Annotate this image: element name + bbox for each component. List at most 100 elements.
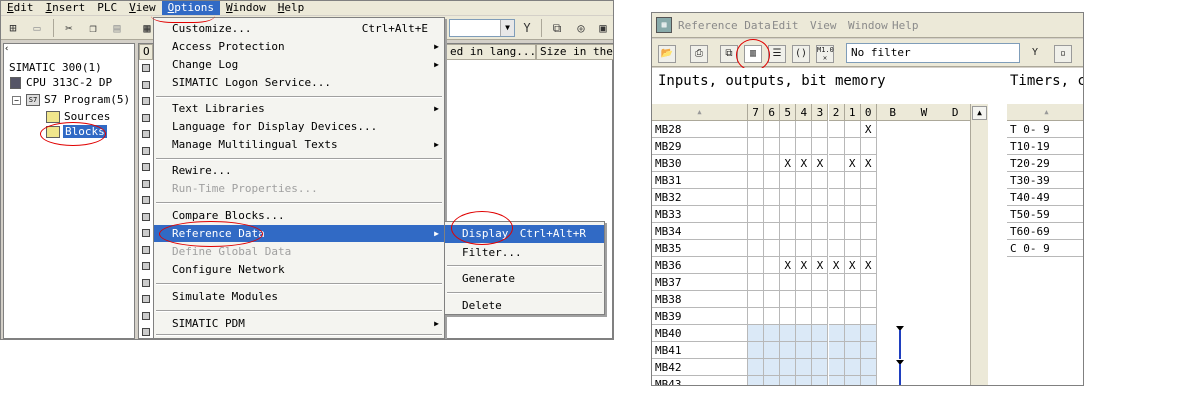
bwd-cell[interactable]: [877, 121, 909, 138]
bit-cell[interactable]: [796, 206, 813, 223]
bit-cell[interactable]: [780, 206, 797, 223]
bit-cell[interactable]: [844, 291, 861, 308]
bwd-cell[interactable]: [908, 325, 940, 342]
bit-cell[interactable]: [796, 223, 813, 240]
online-icon[interactable]: ▭: [29, 20, 45, 36]
bwd-cell[interactable]: [939, 121, 971, 138]
reference-data-app-icon[interactable]: ▦: [656, 17, 672, 33]
row-address-mb37[interactable]: MB37: [652, 274, 748, 291]
bit-cell[interactable]: [780, 223, 797, 240]
network-view-icon[interactable]: ⧉: [549, 20, 565, 36]
bit-cell[interactable]: [812, 172, 829, 189]
bit-cell[interactable]: [828, 359, 845, 376]
bit-cell[interactable]: [764, 342, 781, 359]
menu-item-rewire[interactable]: Rewire...: [154, 162, 444, 179]
bit-cell[interactable]: [780, 189, 797, 206]
bit-cell[interactable]: [860, 172, 877, 189]
bit-cell[interactable]: [748, 189, 765, 206]
bit-cell[interactable]: X: [812, 257, 829, 274]
bit-cell[interactable]: X: [860, 257, 877, 274]
menu-item-language-for-display-devices[interactable]: Language for Display Devices...: [154, 118, 444, 135]
bit-cell[interactable]: [764, 376, 781, 385]
bit-cell[interactable]: [812, 308, 829, 325]
menu-help[interactable]: Help: [272, 1, 311, 15]
bit-cell[interactable]: [796, 172, 813, 189]
bit-cell[interactable]: [796, 325, 813, 342]
bit-cell[interactable]: [812, 121, 829, 138]
accessible-nodes-icon[interactable]: ◎: [573, 20, 589, 36]
bit-cell[interactable]: [844, 342, 861, 359]
bit-cell[interactable]: [748, 121, 765, 138]
row-address-mb43[interactable]: MB43: [652, 376, 748, 385]
bit-cell[interactable]: [844, 325, 861, 342]
chevron-down-icon[interactable]: ▼: [500, 20, 514, 36]
bwd-cell[interactable]: [939, 308, 971, 325]
bwd-cell[interactable]: [908, 189, 940, 206]
bit-cell[interactable]: [860, 138, 877, 155]
filter-icon[interactable]: Y: [519, 20, 535, 36]
scroll-up-icon[interactable]: ▲: [972, 106, 987, 120]
menu-plc[interactable]: PLC: [91, 1, 123, 15]
row-address-mb31[interactable]: MB31: [652, 172, 748, 189]
bit-cell[interactable]: X: [828, 257, 845, 274]
bwd-cell[interactable]: [908, 172, 940, 189]
bwd-cell[interactable]: [877, 155, 909, 172]
row-address-mb30[interactable]: MB30: [652, 155, 748, 172]
submenu-item-generate[interactable]: Generate: [445, 270, 604, 288]
bit-cell[interactable]: [780, 240, 797, 257]
menu-item-simatic-logon-service[interactable]: SIMATIC Logon Service...: [154, 74, 444, 91]
bit-cell[interactable]: [780, 342, 797, 359]
bit-cell[interactable]: [844, 274, 861, 291]
bit-cell[interactable]: X: [796, 257, 813, 274]
bwd-cell[interactable]: [877, 308, 909, 325]
bwd-cell[interactable]: [877, 206, 909, 223]
ibm-scrollbar[interactable]: ▲: [970, 104, 988, 385]
bwd-cell[interactable]: [939, 291, 971, 308]
tree-item-cpu[interactable]: CPU 313C-2 DP: [26, 76, 112, 90]
bit-cell[interactable]: [748, 172, 765, 189]
bit-cell[interactable]: [860, 376, 877, 385]
filter-input[interactable]: No filter: [846, 43, 1020, 63]
bwd-cell[interactable]: [939, 189, 971, 206]
bit-cell[interactable]: [748, 138, 765, 155]
bit-cell[interactable]: [764, 189, 781, 206]
bit-cell[interactable]: [828, 376, 845, 385]
bwd-cell[interactable]: [908, 155, 940, 172]
bwd-cell[interactable]: [908, 359, 940, 376]
bit-cell[interactable]: [828, 189, 845, 206]
bit-cell[interactable]: X: [844, 257, 861, 274]
bwd-cell[interactable]: [939, 138, 971, 155]
addresses-without-symbols-icon[interactable]: M1.0 ✕: [816, 45, 834, 63]
bit-cell[interactable]: [828, 138, 845, 155]
bit-cell[interactable]: [828, 206, 845, 223]
bit-cell[interactable]: [796, 138, 813, 155]
bit-cell[interactable]: [828, 291, 845, 308]
bwd-cell[interactable]: [939, 342, 971, 359]
column-header-name[interactable]: O: [139, 44, 153, 60]
hardware-icon[interactable]: ▣: [595, 20, 611, 36]
menu-view[interactable]: View: [810, 19, 837, 32]
bit-cell[interactable]: [780, 172, 797, 189]
bwd-cell[interactable]: [939, 240, 971, 257]
bwd-cell[interactable]: [908, 308, 940, 325]
bwd-cell[interactable]: [939, 257, 971, 274]
bwd-cell[interactable]: [908, 274, 940, 291]
bit-cell[interactable]: [780, 376, 797, 385]
bit-cell[interactable]: [828, 342, 845, 359]
bit-cell[interactable]: [764, 223, 781, 240]
bit-cell[interactable]: [764, 359, 781, 376]
timer-row-t30-39[interactable]: T30-39: [1007, 172, 1083, 189]
bit-cell[interactable]: [748, 325, 765, 342]
bit-cell[interactable]: [764, 155, 781, 172]
menu-insert[interactable]: Insert: [40, 1, 92, 15]
bit-cell[interactable]: [860, 189, 877, 206]
tree-item-s7-program[interactable]: S7 Program(5): [44, 93, 130, 107]
bwd-cell[interactable]: [908, 376, 940, 385]
menu-edit[interactable]: Edit: [1, 1, 40, 15]
open-icon[interactable]: 📂: [658, 45, 676, 63]
bit-cell[interactable]: [844, 359, 861, 376]
bit-cell[interactable]: [860, 308, 877, 325]
bit-cell[interactable]: [764, 240, 781, 257]
filter-combo[interactable]: ▼: [449, 19, 515, 37]
print-icon[interactable]: ⎙: [690, 45, 708, 63]
